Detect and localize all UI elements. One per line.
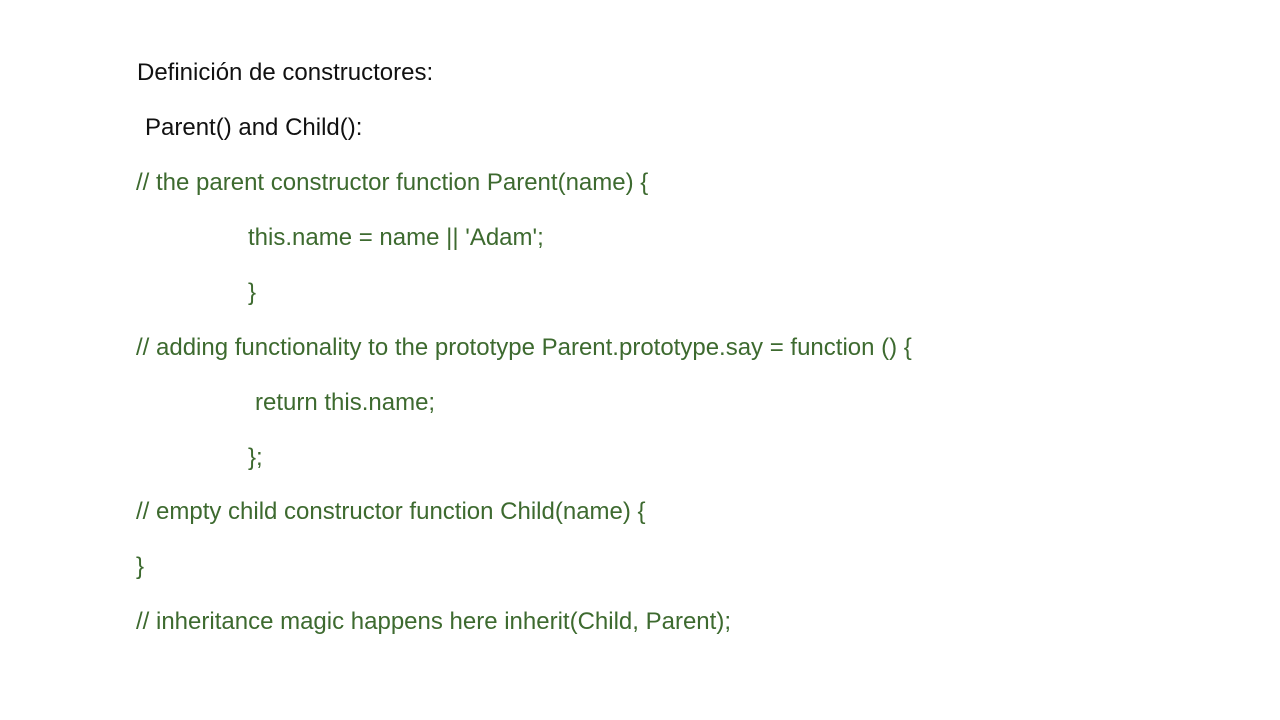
- code-line: // empty child constructor function Chil…: [136, 498, 646, 525]
- code-line: }: [136, 553, 145, 580]
- slide: Definición de constructores: Parent() an…: [0, 0, 1280, 720]
- code-line: // inheritance magic happens here inheri…: [136, 608, 731, 635]
- code-line: };: [248, 444, 263, 471]
- code-line: this.name = name || 'Adam';: [248, 224, 544, 251]
- slide-subheading: Parent() and Child():: [145, 114, 363, 141]
- code-line: }: [248, 279, 257, 306]
- code-line: return this.name;: [255, 389, 436, 416]
- code-line: // adding functionality to the prototype…: [136, 334, 912, 361]
- code-line: // the parent constructor function Paren…: [136, 169, 649, 196]
- slide-heading: Definición de constructores:: [137, 59, 434, 86]
